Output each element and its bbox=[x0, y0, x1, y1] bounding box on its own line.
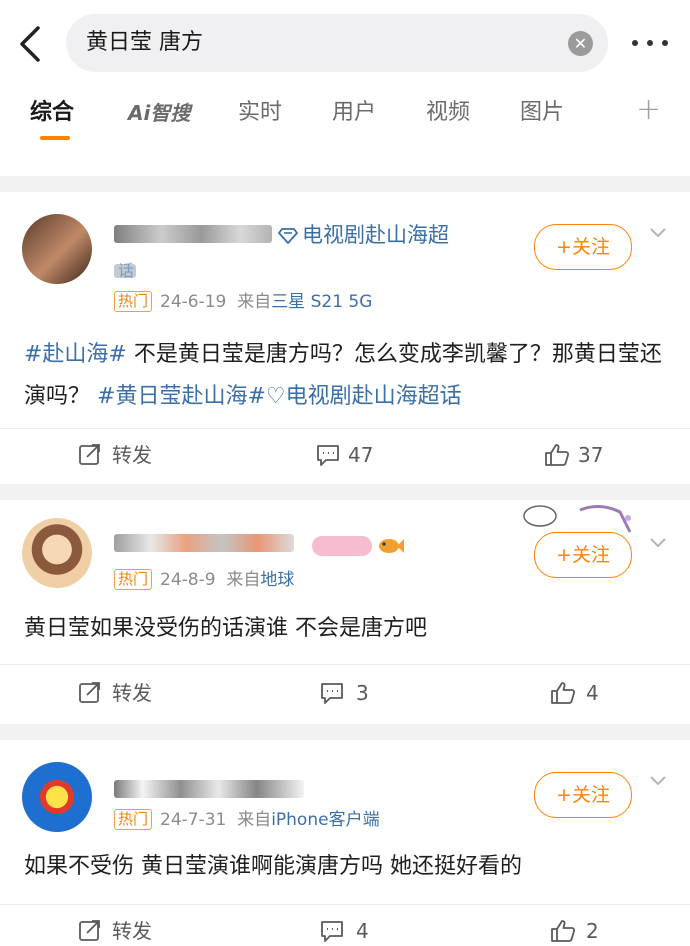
hot-badge: 热门 bbox=[114, 291, 153, 312]
like-count: 2 bbox=[586, 919, 599, 943]
super-topic-icon bbox=[278, 228, 298, 244]
like-count: 4 bbox=[586, 681, 599, 705]
section-divider bbox=[0, 724, 690, 740]
repost-icon bbox=[79, 920, 100, 941]
repost-button[interactable]: 转发 bbox=[78, 440, 178, 470]
comment-icon bbox=[321, 921, 343, 942]
chevron-down-icon[interactable] bbox=[648, 770, 668, 790]
device-link[interactable]: 三星 S21 5G bbox=[271, 292, 372, 312]
repost-icon bbox=[79, 444, 100, 465]
repost-icon bbox=[79, 682, 100, 703]
comment-button[interactable]: 47 bbox=[316, 440, 396, 470]
like-button[interactable]: 4 bbox=[550, 678, 630, 708]
actions-divider bbox=[0, 904, 690, 905]
source-prefix: 来自 bbox=[237, 292, 272, 312]
level-badge bbox=[312, 536, 372, 556]
actions-divider bbox=[0, 428, 690, 429]
tab-bar: 综合 Ai智搜 实时 用户 视频 图片 + bbox=[0, 88, 690, 144]
back-button[interactable] bbox=[14, 22, 50, 66]
more-dots-icon bbox=[647, 40, 653, 46]
thumbs-up-icon bbox=[545, 444, 570, 466]
hashtag-link[interactable]: #赴山海# bbox=[24, 342, 127, 367]
more-dots-icon bbox=[632, 40, 638, 46]
tab-images[interactable]: 图片 bbox=[520, 98, 564, 128]
comment-icon bbox=[317, 445, 339, 466]
username-redacted[interactable] bbox=[114, 225, 272, 243]
avatar[interactable] bbox=[22, 214, 92, 284]
search-query: 黄日莹 唐方 bbox=[86, 30, 203, 55]
avatar[interactable] bbox=[22, 518, 92, 588]
post-card[interactable]: +关注 热门 24-8-9 来自地球 黄日莹如果没受伤的话演谁 不会是唐方吧 转发… bbox=[0, 500, 690, 724]
comment-count: 3 bbox=[356, 681, 369, 705]
comment-count: 47 bbox=[348, 443, 374, 467]
post-body: 如果不受伤 黄日莹演谁啊能演唐方吗 她还挺好看的 bbox=[24, 854, 522, 879]
post-date: 24-7-31 bbox=[160, 810, 227, 830]
hashtag-link[interactable]: #黄日莹赴山海# bbox=[97, 384, 266, 409]
thumbs-up-icon bbox=[551, 682, 576, 704]
post-date: 24-8-9 bbox=[160, 570, 216, 590]
ai-prefix: Ai bbox=[128, 101, 151, 125]
post-text[interactable]: 黄日莹如果没受伤的话演谁 不会是唐方吧 bbox=[24, 608, 664, 650]
super-topic-inline-link[interactable]: 电视剧赴山海超话 bbox=[286, 384, 462, 409]
post-card[interactable]: +关注 热门 24-7-31 来自iPhone客户端 如果不受伤 黄日莹演谁啊能演… bbox=[0, 740, 690, 943]
thumbs-up-icon bbox=[551, 920, 576, 942]
username-redacted[interactable] bbox=[114, 534, 294, 552]
tab-comprehensive[interactable]: 综合 bbox=[30, 98, 74, 128]
hot-badge: 热门 bbox=[114, 569, 153, 590]
post-meta: 热门 24-7-31 来自iPhone客户端 bbox=[114, 808, 380, 832]
device-link[interactable]: iPhone客户端 bbox=[271, 810, 379, 830]
chevron-down-icon[interactable] bbox=[648, 222, 668, 242]
post-meta: 热门 24-6-19 来自三星 S21 5G bbox=[114, 290, 372, 314]
repost-label: 转发 bbox=[112, 681, 152, 705]
more-button[interactable] bbox=[628, 30, 672, 54]
tab-users[interactable]: 用户 bbox=[332, 98, 376, 128]
repost-label: 转发 bbox=[112, 919, 152, 943]
device-link[interactable]: 地球 bbox=[260, 570, 294, 590]
active-tab-indicator bbox=[40, 136, 70, 140]
follow-button[interactable]: +关注 bbox=[534, 772, 632, 818]
comment-button[interactable]: 4 bbox=[320, 916, 400, 946]
search-input[interactable]: 黄日莹 唐方 ✕ bbox=[66, 14, 608, 72]
post-text[interactable]: #赴山海# 不是黄日莹是唐方吗？怎么变成李凯馨了？那黄日莹还演吗？ #黄日莹赴山… bbox=[24, 334, 664, 418]
comment-button[interactable]: 3 bbox=[320, 678, 400, 708]
post-body: 黄日莹如果没受伤的话演谁 不会是唐方吧 bbox=[24, 616, 427, 641]
actions-divider bbox=[0, 664, 690, 665]
comment-count: 4 bbox=[356, 919, 369, 943]
tab-ai-search[interactable]: Ai智搜 bbox=[128, 98, 190, 128]
post-text[interactable]: 如果不受伤 黄日莹演谁啊能演唐方吗 她还挺好看的 bbox=[24, 846, 664, 888]
tab-add-button[interactable]: + bbox=[636, 92, 661, 127]
avatar[interactable] bbox=[22, 762, 92, 832]
like-button[interactable]: 2 bbox=[550, 916, 630, 946]
super-topic-link[interactable]: 电视剧赴山海超 bbox=[302, 220, 449, 250]
post-card[interactable]: 电视剧赴山海超 话 +关注 热门 24-6-19 来自三星 S21 5G #赴山海… bbox=[0, 192, 690, 484]
source-prefix: 来自 bbox=[226, 570, 261, 590]
repost-button[interactable]: 转发 bbox=[78, 678, 178, 708]
source-prefix: 来自 bbox=[237, 810, 272, 830]
follow-button[interactable]: +关注 bbox=[534, 224, 632, 270]
tab-realtime[interactable]: 实时 bbox=[238, 98, 282, 128]
username-redacted[interactable] bbox=[114, 780, 304, 798]
top-bar: 黄日莹 唐方 ✕ bbox=[0, 0, 690, 88]
tab-ai-label: 智搜 bbox=[150, 101, 191, 125]
chevron-left-icon bbox=[20, 26, 40, 62]
chevron-down-icon[interactable] bbox=[648, 532, 668, 552]
section-divider bbox=[0, 176, 690, 192]
repost-label: 转发 bbox=[112, 443, 152, 467]
like-count: 37 bbox=[578, 443, 604, 467]
section-divider bbox=[0, 484, 690, 500]
hot-badge: 热门 bbox=[114, 809, 153, 830]
more-dots-icon bbox=[662, 40, 668, 46]
post-meta: 热门 24-8-9 来自地球 bbox=[114, 568, 294, 592]
super-topic-tail: 话 bbox=[118, 261, 135, 280]
like-button[interactable]: 37 bbox=[544, 440, 624, 470]
tab-videos[interactable]: 视频 bbox=[426, 98, 470, 128]
follow-button[interactable]: +关注 bbox=[534, 532, 632, 578]
fish-badge-icon bbox=[379, 539, 404, 553]
comment-icon bbox=[321, 683, 343, 704]
clear-icon[interactable]: ✕ bbox=[568, 31, 593, 56]
post-date: 24-6-19 bbox=[160, 292, 227, 312]
repost-button[interactable]: 转发 bbox=[78, 916, 178, 946]
super-topic-inline-icon: ♡ bbox=[265, 384, 286, 409]
